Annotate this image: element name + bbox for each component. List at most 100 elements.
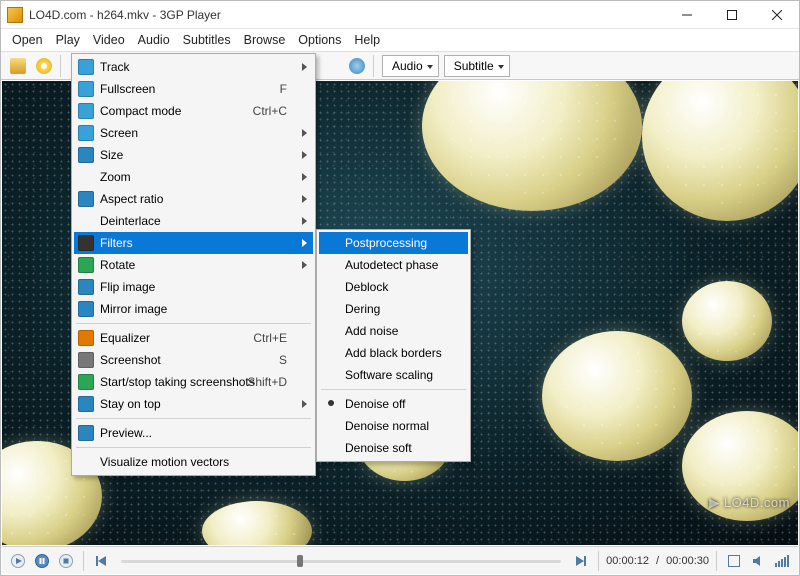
subtitle-track-dropdown[interactable]: Subtitle xyxy=(444,55,510,77)
menu-item-label: Aspect ratio xyxy=(100,192,163,206)
menu-bar: Open Play Video Audio Subtitles Browse O… xyxy=(1,29,799,52)
size-icon xyxy=(78,147,94,163)
menu-item-shortcut: Ctrl+C xyxy=(253,104,287,118)
minimize-button[interactable] xyxy=(664,1,709,28)
stop-button[interactable] xyxy=(56,551,76,571)
submenu-arrow-icon xyxy=(302,129,307,137)
menu-item-label: Compact mode xyxy=(100,104,181,118)
video-menu-aspect-ratio[interactable]: Aspect ratio xyxy=(74,188,313,210)
audio-track-label: Audio xyxy=(392,59,423,73)
video-menu-preview-[interactable]: Preview... xyxy=(74,422,313,444)
filters-menu-denoise-soft[interactable]: Denoise soft xyxy=(319,437,468,459)
filters-menu-denoise-off[interactable]: Denoise off xyxy=(319,393,468,415)
menu-open[interactable]: Open xyxy=(7,31,48,49)
open-disc-button[interactable] xyxy=(31,54,57,78)
play-button[interactable] xyxy=(8,551,28,571)
submenu-arrow-icon xyxy=(302,151,307,159)
menu-item-label: Filters xyxy=(100,236,133,250)
video-menu-size[interactable]: Size xyxy=(74,144,313,166)
filters-menu-deblock[interactable]: Deblock xyxy=(319,276,468,298)
menu-options[interactable]: Options xyxy=(293,31,346,49)
video-menu-track[interactable]: Track xyxy=(74,56,313,78)
video-menu-compact-mode[interactable]: Compact mode Ctrl+C xyxy=(74,100,313,122)
settings-button[interactable] xyxy=(344,54,370,78)
video-menu-filters[interactable]: Filters xyxy=(74,232,313,254)
subtitle-track-label: Subtitle xyxy=(454,59,494,73)
time-current: 00:00:12 xyxy=(606,555,649,567)
maximize-button[interactable] xyxy=(709,1,754,28)
filters-menu-postprocessing[interactable]: Postprocessing xyxy=(319,232,468,254)
filters-menu-add-black-borders[interactable]: Add black borders xyxy=(319,342,468,364)
video-menu-equalizer[interactable]: EqualizerCtrl+E xyxy=(74,327,313,349)
pause-button[interactable] xyxy=(32,551,52,571)
submenu-arrow-icon xyxy=(302,63,307,71)
video-menu-deinterlace[interactable]: Deinterlace xyxy=(74,210,313,232)
volume-button[interactable] xyxy=(772,551,792,571)
video-menu-fullscreen[interactable]: FullscreenF xyxy=(74,78,313,100)
menu-help[interactable]: Help xyxy=(349,31,385,49)
audio-track-dropdown[interactable]: Audio xyxy=(382,55,439,77)
window-title: LO4D.com - h264.mkv - 3GP Player xyxy=(29,8,221,22)
visualize-motion-vectors-icon xyxy=(78,454,94,470)
filters-icon xyxy=(78,235,94,251)
menu-item-label: Visualize motion vectors xyxy=(100,455,229,469)
menu-item-label: Size xyxy=(100,148,123,162)
video-menu-screenshot[interactable]: ScreenshotS xyxy=(74,349,313,371)
screenshot-icon xyxy=(78,352,94,368)
menu-item-label: Equalizer xyxy=(100,331,150,345)
menu-subtitles[interactable]: Subtitles xyxy=(178,31,236,49)
video-menu-screen[interactable]: Screen xyxy=(74,122,313,144)
video-menu-stay-on-top[interactable]: Stay on top xyxy=(74,393,313,415)
video-menu-mirror-image[interactable]: Mirror image xyxy=(74,298,313,320)
menu-item-label: Postprocessing xyxy=(345,236,427,250)
menu-video[interactable]: Video xyxy=(88,31,130,49)
submenu-arrow-icon xyxy=(302,173,307,181)
menu-item-label: Add black borders xyxy=(345,346,442,360)
video-dropdown-menu: Track FullscreenF Compact mode Ctrl+C Screen… xyxy=(71,53,316,476)
filters-submenu: Postprocessing Autodetect phaseDeblock Der… xyxy=(316,229,471,462)
flip-image-icon xyxy=(78,279,94,295)
disc-icon xyxy=(36,58,52,74)
seek-slider[interactable] xyxy=(121,554,561,568)
time-separator: / xyxy=(653,555,662,567)
video-menu-zoom[interactable]: Zoom xyxy=(74,166,313,188)
toolbar-separator xyxy=(373,55,374,77)
menu-play[interactable]: Play xyxy=(51,31,85,49)
title-bar: LO4D.com - h264.mkv - 3GP Player xyxy=(1,1,799,29)
control-bar: 00:00:12 / 00:00:30 xyxy=(2,546,798,574)
menu-item-label: Add noise xyxy=(345,324,398,338)
fullscreen-button[interactable] xyxy=(724,551,744,571)
filters-menu-autodetect-phase[interactable]: Autodetect phase xyxy=(319,254,468,276)
menu-item-label: Denoise off xyxy=(345,397,406,411)
mute-button[interactable] xyxy=(748,551,768,571)
menu-item-label: Track xyxy=(100,60,130,74)
menu-item-label: Software scaling xyxy=(345,368,433,382)
track-icon xyxy=(78,59,94,75)
menu-item-label: Denoise normal xyxy=(345,419,429,433)
filters-menu-dering[interactable]: Dering xyxy=(319,298,468,320)
menu-item-shortcut: S xyxy=(279,353,287,367)
prev-button[interactable] xyxy=(91,551,111,571)
close-button[interactable] xyxy=(754,1,799,28)
filters-menu-add-noise[interactable]: Add noise xyxy=(319,320,468,342)
menu-browse[interactable]: Browse xyxy=(239,31,291,49)
menu-item-label: Preview... xyxy=(100,426,152,440)
zoom-icon xyxy=(78,169,94,185)
open-file-button[interactable] xyxy=(5,54,31,78)
video-menu-visualize-motion-vectors[interactable]: Visualize motion vectors xyxy=(74,451,313,473)
menu-item-shortcut: F xyxy=(280,82,287,96)
video-menu-rotate[interactable]: Rotate xyxy=(74,254,313,276)
menu-item-label: Flip image xyxy=(100,280,155,294)
filters-menu-software-scaling[interactable]: Software scaling xyxy=(319,364,468,386)
menu-item-shortcut: Shift+D xyxy=(247,375,287,389)
menu-audio[interactable]: Audio xyxy=(133,31,175,49)
menu-item-label: Dering xyxy=(345,302,380,316)
filters-menu-denoise-normal[interactable]: Denoise normal xyxy=(319,415,468,437)
video-menu-start-stop-taking-screenshots[interactable]: Start/stop taking screenshotsShift+D xyxy=(74,371,313,393)
start-stop-taking-screenshots-icon xyxy=(78,374,94,390)
stay-on-top-icon xyxy=(78,396,94,412)
video-menu-flip-image[interactable]: Flip image xyxy=(74,276,313,298)
next-button[interactable] xyxy=(571,551,591,571)
watermark: ▶ LO4D.com xyxy=(709,495,790,511)
folder-icon xyxy=(10,58,26,74)
